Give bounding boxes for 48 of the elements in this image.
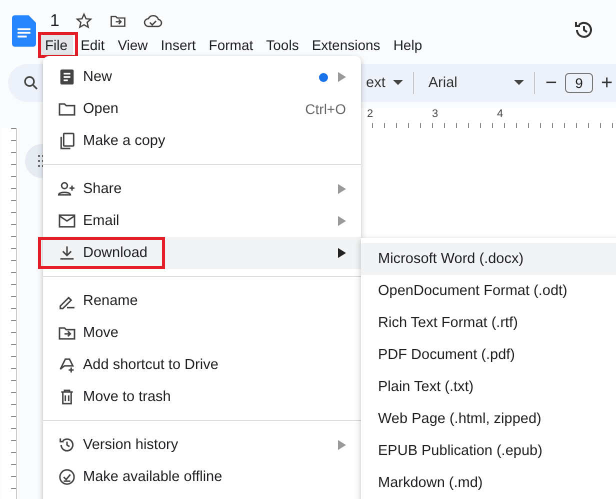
ruler-number: 2 [366,108,374,122]
menu-item[interactable]: Open Ctrl+O [43,93,361,125]
submenu-arrow-icon [338,216,346,226]
menu-item[interactable]: Make available offline [43,461,361,493]
menu-item[interactable]: PDF Document (.pdf) [361,339,616,371]
menu-bar-item[interactable]: Format [204,34,258,56]
font-size-field[interactable]: 9 [565,73,594,93]
menu-bar-item[interactable]: Extensions [306,34,386,56]
menu-bar-item[interactable]: Edit [76,34,110,56]
submenu-arrow-icon [338,72,346,82]
menu-item[interactable]: Download [43,237,361,269]
menu-item[interactable]: Microsoft Word (.docx) [361,243,616,275]
menu-item[interactable]: Make a copy [43,125,361,157]
style-dropdown[interactable]: ext [366,75,386,91]
star-icon[interactable] [75,12,94,30]
menu-bar-item[interactable]: View [112,34,153,56]
ruler-number: 3 [431,108,440,122]
menu-item[interactable]: Move [43,317,361,349]
cloud-check-icon[interactable] [143,12,164,30]
menu-item[interactable]: Version history [43,429,361,461]
menu-item[interactable]: Share [43,173,361,205]
menu-item[interactable]: Markdown (.md) [361,467,616,499]
caret-icon[interactable] [514,80,524,86]
menu-item[interactable]: Rich Text Format (.rtf) [361,307,616,339]
menu-item[interactable]: Email [43,205,361,237]
menu-item[interactable]: New [43,61,361,93]
submenu-arrow-icon [338,440,346,450]
search-icon[interactable] [22,74,40,92]
submenu-arrow-icon [338,184,346,194]
menu-bar-item[interactable]: Insert [156,34,201,56]
docs-logo-icon[interactable] [12,15,36,47]
menu-item[interactable]: OpenDocument Format (.odt) [361,275,616,307]
menu-item[interactable]: Web Page (.html, zipped) [361,403,616,435]
ruler-number: 4 [496,108,504,122]
offline-check-icon [57,467,77,487]
font-dropdown[interactable]: Arial [428,75,506,91]
menu-bar-item[interactable]: Tools [261,34,304,56]
menu-bar-item[interactable]: Help [388,34,428,56]
document-title[interactable]: 1 [50,11,60,31]
submenu-arrow-icon [338,248,346,258]
menu-item[interactable]: Rename [43,285,361,317]
menu-item[interactable]: EPUB Publication (.epub) [361,435,616,467]
menu-item[interactable]: Add shortcut to Drive [43,349,361,381]
caret-icon[interactable] [393,80,404,86]
increase-font-button[interactable]: + [601,72,613,94]
menu-item[interactable]: Plain Text (.txt) [361,371,616,403]
menu-item[interactable]: Move to trash [43,381,361,413]
decrease-font-button[interactable]: − [545,72,558,94]
